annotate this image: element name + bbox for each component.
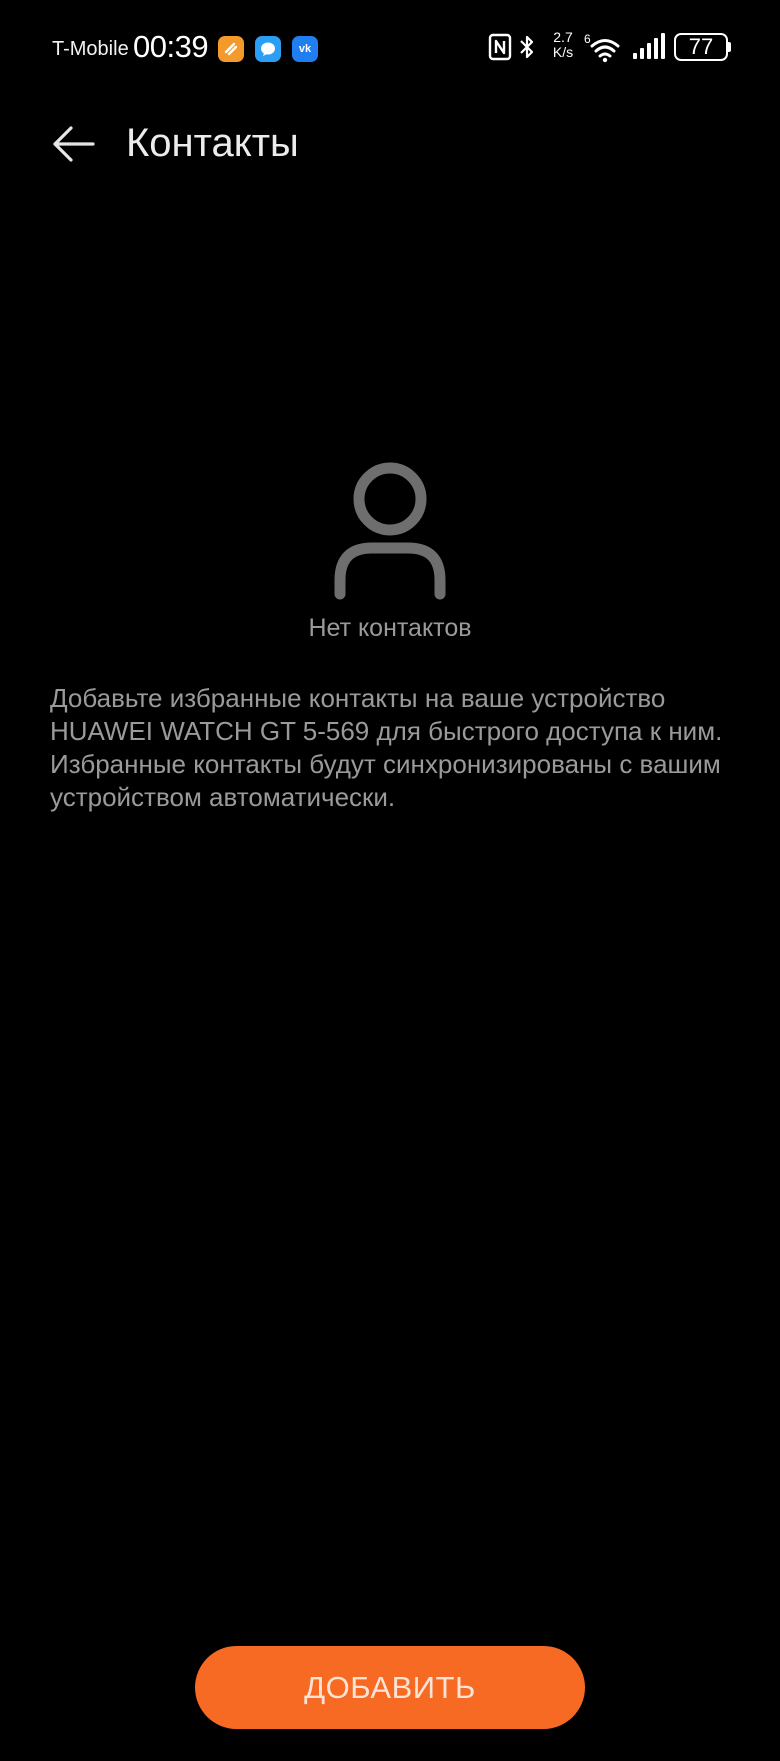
messenger-icon [255, 36, 281, 62]
wifi-6-label: 6 [584, 32, 591, 46]
nfc-icon [488, 32, 512, 66]
net-speed-value: 2.7 [553, 29, 573, 45]
add-button-label: ДОБАВИТЬ [304, 1669, 476, 1705]
battery-icon: 77 [674, 33, 728, 61]
person-icon [330, 462, 450, 602]
contacts-screen: T-Mobile 00:39 vk 2.7 K/s 6 77 Контакты … [0, 0, 780, 1761]
net-speed-unit: K/s [552, 44, 574, 60]
status-clock: 00:39 [133, 29, 209, 64]
page-title: Контакты [126, 121, 299, 165]
vk-icon-label: vk [298, 43, 312, 55]
back-button[interactable] [44, 118, 104, 174]
signal-icon [632, 32, 666, 66]
arrow-left-icon [51, 124, 97, 169]
battery-level: 77 [688, 34, 714, 59]
wifi-icon: 6 [584, 32, 624, 66]
status-bar: T-Mobile 00:39 vk 2.7 K/s 6 77 [0, 0, 780, 100]
battery-tip [727, 42, 731, 52]
orange-app-icon [218, 36, 244, 62]
carrier-name: T-Mobile [52, 38, 129, 60]
app-header: Контакты [0, 110, 780, 180]
vk-icon: vk [292, 36, 318, 62]
bluetooth-icon [516, 32, 538, 66]
empty-state-description: Добавьте избранные контакты на ваше устр… [50, 683, 723, 812]
net-speed: 2.7 K/s [548, 30, 578, 64]
add-contact-button[interactable]: ДОБАВИТЬ [195, 1646, 585, 1729]
empty-state-label: Нет контактов [308, 614, 472, 642]
